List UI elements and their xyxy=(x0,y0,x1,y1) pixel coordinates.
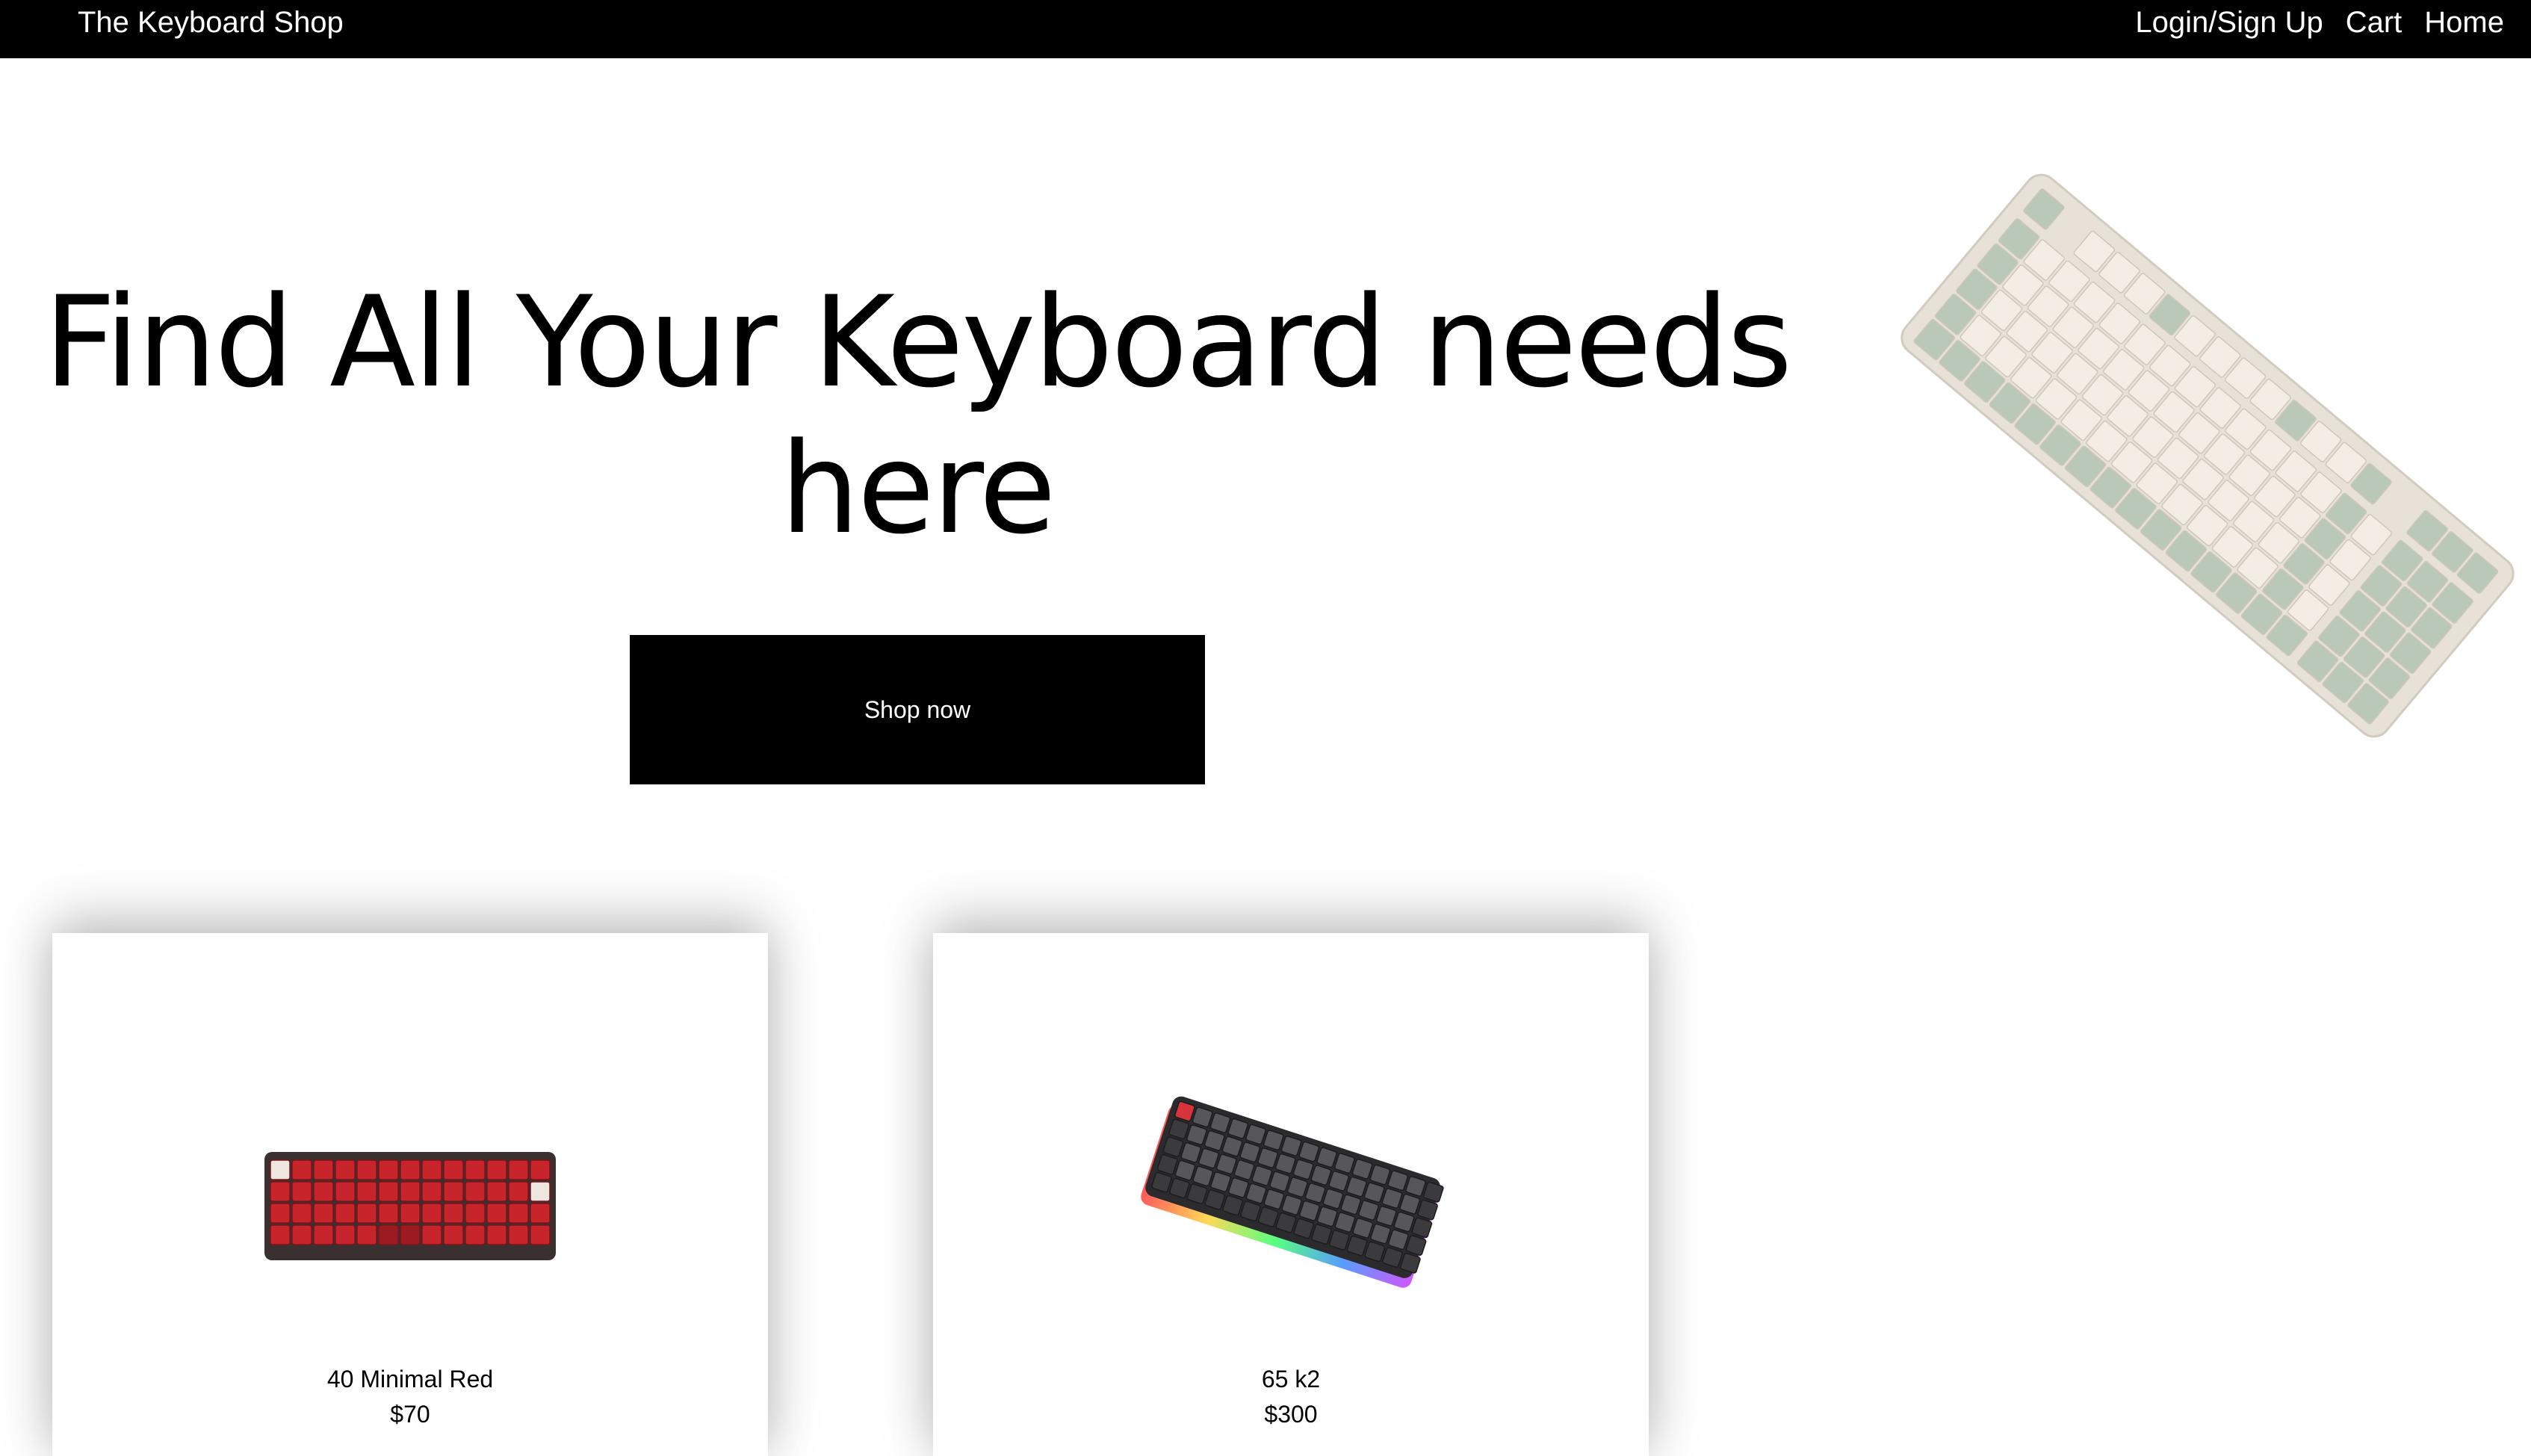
nav-login-signup-link[interactable]: Login/Sign Up xyxy=(2135,3,2323,42)
nav-cart-link[interactable]: Cart xyxy=(2346,3,2403,42)
keycap xyxy=(508,1159,529,1180)
keycap xyxy=(270,1159,291,1180)
keycap xyxy=(356,1203,377,1224)
nav-home-link[interactable]: Home xyxy=(2424,3,2504,42)
keycap xyxy=(378,1159,399,1180)
keycap xyxy=(443,1159,464,1180)
keycap xyxy=(486,1159,507,1180)
keycap xyxy=(530,1181,551,1202)
product-name: 40 Minimal Red xyxy=(326,1366,494,1393)
keycap xyxy=(356,1159,377,1180)
keycap xyxy=(465,1159,486,1180)
keycap xyxy=(508,1224,529,1245)
product-image-red-keyboard xyxy=(264,1152,556,1260)
keycap xyxy=(313,1224,334,1245)
keycap xyxy=(270,1224,291,1245)
product-image-black-keyboard xyxy=(1141,1096,1444,1288)
keycap xyxy=(443,1203,464,1224)
keycaps xyxy=(1913,188,2499,725)
keycap xyxy=(335,1159,356,1180)
keycap xyxy=(291,1203,312,1224)
keycap xyxy=(443,1181,464,1202)
keycap xyxy=(270,1181,291,1202)
keycap xyxy=(400,1159,421,1180)
keycap xyxy=(530,1224,551,1245)
keycap xyxy=(335,1181,356,1202)
keycap xyxy=(335,1203,356,1224)
keycap xyxy=(508,1203,529,1224)
product-price: $300 xyxy=(1264,1401,1318,1428)
keycap xyxy=(356,1224,377,1245)
product-card[interactable]: 40 Minimal Red $70 xyxy=(52,933,768,1456)
keycap xyxy=(530,1203,551,1224)
keycap xyxy=(421,1224,442,1245)
keycap xyxy=(356,1181,377,1202)
keycap xyxy=(486,1181,507,1202)
keycap xyxy=(465,1181,486,1202)
hero-title: Find All Your Keyboard needs here xyxy=(43,269,1793,562)
keycap xyxy=(313,1159,334,1180)
keycap xyxy=(313,1203,334,1224)
brand-link[interactable]: The Keyboard Shop xyxy=(78,3,344,42)
keycap xyxy=(378,1203,399,1224)
keycap xyxy=(400,1181,421,1202)
keycap xyxy=(313,1181,334,1202)
product-card[interactable]: 65 k2 $300 xyxy=(933,933,1649,1456)
keycap xyxy=(421,1159,442,1180)
keycap xyxy=(291,1181,312,1202)
keycap xyxy=(508,1181,529,1202)
nav-links: Login/Sign Up Cart Home xyxy=(2135,3,2504,42)
top-navbar: The Keyboard Shop Login/Sign Up Cart Hom… xyxy=(0,0,2531,58)
keycap xyxy=(421,1203,442,1224)
keycap xyxy=(378,1224,399,1245)
keycap xyxy=(530,1159,551,1180)
shop-now-button[interactable]: Shop now xyxy=(630,635,1205,784)
keycap xyxy=(465,1224,486,1245)
keycap xyxy=(291,1159,312,1180)
keycap xyxy=(335,1224,356,1245)
product-name: 65 k2 xyxy=(1261,1366,1321,1393)
keycap xyxy=(291,1224,312,1245)
product-price: $70 xyxy=(390,1401,430,1428)
keycap xyxy=(421,1181,442,1202)
keycap xyxy=(400,1224,421,1245)
keycap xyxy=(378,1181,399,1202)
keycap xyxy=(486,1203,507,1224)
keycap xyxy=(270,1203,291,1224)
keycap xyxy=(400,1203,421,1224)
keycap xyxy=(443,1224,464,1245)
keycap xyxy=(465,1203,486,1224)
keycap xyxy=(486,1224,507,1245)
hero-keyboard-image xyxy=(1900,173,2515,738)
